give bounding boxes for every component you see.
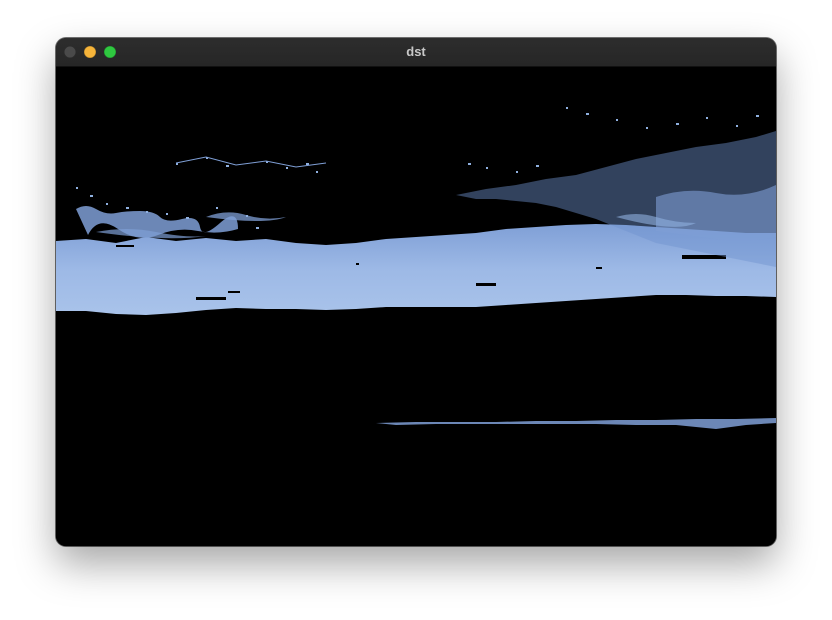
title-bar[interactable]: dst bbox=[56, 38, 776, 67]
app-window: dst bbox=[56, 38, 776, 546]
masked-image bbox=[56, 67, 776, 546]
image-canvas bbox=[56, 67, 776, 546]
window-title: dst bbox=[406, 44, 426, 59]
